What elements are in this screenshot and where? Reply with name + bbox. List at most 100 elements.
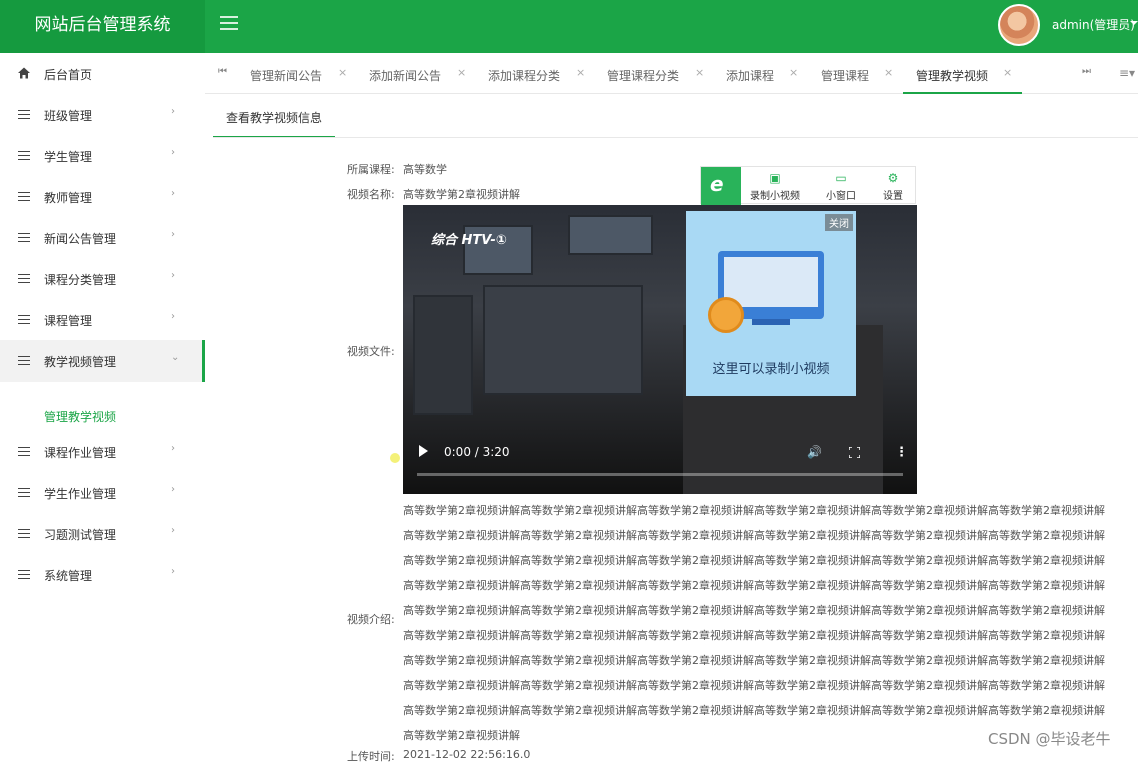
video-progress-bar[interactable] [417,473,903,476]
sidebar-item-teachers[interactable]: 教师管理 › [0,176,205,217]
chevron-right-icon: › [171,106,175,117]
sidebar-item-label: 课程分类管理 [44,273,117,287]
tab-manage-videos[interactable]: 管理教学视频 × [903,53,1022,94]
play-icon[interactable] [419,445,428,457]
video-name-value: 高等数学第2章视频讲解 [403,188,520,201]
video-description: 高等数学第2章视频讲解高等数学第2章视频讲解高等数学第2章视频讲解高等数学第2章… [403,498,1113,748]
tab-label: 添加课程 [726,69,775,83]
browser-logo-icon: e [701,167,741,205]
tabs-prev-icon[interactable]: ⏮ [218,66,227,77]
close-icon[interactable]: × [695,66,704,79]
more-options-icon[interactable]: ⋮ [895,445,908,460]
video-name-label: 视频名称: [347,188,395,201]
settings-button[interactable]: ⚙ 设置 [877,171,909,202]
sidebar-item-label: 后台首页 [44,68,93,82]
upload-time-label: 上传时间: [347,750,395,763]
chevron-down-icon: ⌄ [171,352,180,363]
sidebar-item-course-homework[interactable]: 课程作业管理 › [0,431,205,472]
tab-label: 管理新闻公告 [250,69,323,83]
monitor-screen [724,257,818,307]
sidebar-item-quiz[interactable]: 习题测试管理 › [0,513,205,554]
record-video-label: 录制小视频 [750,191,800,202]
close-icon[interactable]: × [457,66,466,79]
sidebar-item-students[interactable]: 学生管理 › [0,135,205,176]
chevron-right-icon: › [171,566,175,577]
chevron-down-icon[interactable] [1130,21,1138,25]
avatar[interactable] [998,4,1040,46]
list-icon [18,356,30,365]
sidebar-item-label: 班级管理 [44,109,93,123]
app-title: 网站后台管理系统 [0,0,205,53]
chevron-right-icon: › [171,270,175,281]
tab-label: 添加课程分类 [488,69,561,83]
description-line: 高等数学第2章视频讲解高等数学第2章视频讲解高等数学第2章视频讲解高等数学第2章… [403,554,1105,567]
tab-manage-course[interactable]: 管理课程 × [821,53,906,94]
tab-manage-course-category[interactable]: 管理课程分类 × [607,53,717,94]
sidebar-item-student-homework[interactable]: 学生作业管理 › [0,472,205,513]
close-icon[interactable]: × [884,66,893,79]
tab-label: 添加新闻公告 [369,69,442,83]
gear-icon: ⚙ [887,171,899,185]
mini-window-button[interactable]: ▭ 小窗口 [821,171,861,202]
volume-icon[interactable]: 🔊 [807,445,822,459]
tab-add-course-category[interactable]: 添加课程分类 × [488,53,598,94]
sidebar-item-label: 教师管理 [44,191,93,205]
description-line: 高等数学第2章视频讲解高等数学第2章视频讲解高等数学第2章视频讲解高等数学第2章… [403,679,1105,692]
sidebar: 后台首页 班级管理 › 学生管理 › 教师管理 › 新闻公告管理 › 课程分类管… [0,53,205,756]
chevron-right-icon: › [171,147,175,158]
user-menu[interactable]: admin(管理员) [1052,16,1135,33]
video-file-label: 视频文件: [347,345,395,358]
watermark: CSDN @毕设老牛 [988,730,1111,748]
popup-close-button[interactable]: 关闭 [825,214,853,231]
tab-manage-news[interactable]: 管理新闻公告 × [250,53,360,94]
sidebar-item-label: 系统管理 [44,569,93,583]
chevron-right-icon: › [171,229,175,240]
tab-label: 管理教学视频 [916,69,989,83]
list-icon [18,110,30,119]
sidebar-item-class[interactable]: 班级管理 › [0,94,205,135]
sidebar-item-label: 新闻公告管理 [44,232,117,246]
sidebar-item-course-category[interactable]: 课程分类管理 › [0,258,205,299]
chevron-right-icon: › [171,525,175,536]
close-icon[interactable]: × [338,66,347,79]
sidebar-item-videos[interactable]: 教学视频管理 ⌄ [0,340,205,382]
tabs-next-icon[interactable]: ⏭ [1082,66,1091,77]
description-line: 高等数学第2章视频讲解高等数学第2章视频讲解高等数学第2章视频讲解高等数学第2章… [403,504,1105,517]
tab-label: 管理课程分类 [607,69,680,83]
top-header: 网站后台管理系统 admin(管理员) [0,0,1138,53]
video-time: 0:00 / 3:20 [444,445,510,459]
tab-add-course[interactable]: 添加课程 × [726,53,811,94]
course-value: 高等数学 [403,163,447,176]
description-line: 高等数学第2章视频讲解高等数学第2章视频讲解高等数学第2章视频讲解高等数学第2章… [403,604,1105,617]
tab-add-news[interactable]: 添加新闻公告 × [369,53,479,94]
background-screen [568,215,653,255]
panel-tab-view-video[interactable]: 查看教学视频信息 [213,95,335,138]
list-icon [18,570,30,579]
sidebar-item-courses[interactable]: 课程管理 › [0,299,205,340]
sidebar-item-system[interactable]: 系统管理 › [0,554,205,595]
list-icon [18,192,30,201]
close-icon[interactable]: × [576,66,585,79]
close-icon[interactable]: × [1003,66,1012,79]
film-reel-icon [708,297,744,333]
chevron-right-icon: › [171,443,175,454]
list-icon [18,447,30,456]
sidebar-item-label: 课程作业管理 [44,446,117,460]
menu-toggle-icon[interactable] [220,16,238,30]
chevron-right-icon: › [171,484,175,495]
sidebar-item-home[interactable]: 后台首页 [0,53,205,94]
description-line: 高等数学第2章视频讲解高等数学第2章视频讲解高等数学第2章视频讲解高等数学第2章… [403,654,1105,667]
sidebar-item-news[interactable]: 新闻公告管理 › [0,217,205,258]
sidebar-item-label: 教学视频管理 [44,355,117,369]
background-screen [413,295,473,415]
sidebar-item-label: 学生作业管理 [44,487,117,501]
fullscreen-icon[interactable] [849,447,860,458]
sidebar-subitem-label: 管理教学视频 [44,410,117,424]
video-record-icon: ▣ [769,171,781,185]
panel-tab-label: 查看教学视频信息 [226,111,323,125]
monitor-stand [752,319,790,325]
tabs-menu-icon[interactable]: ≡▾ [1119,66,1135,80]
record-video-button[interactable]: ▣ 录制小视频 [747,171,803,202]
tab-label: 管理课程 [821,69,870,83]
close-icon[interactable]: × [789,66,798,79]
